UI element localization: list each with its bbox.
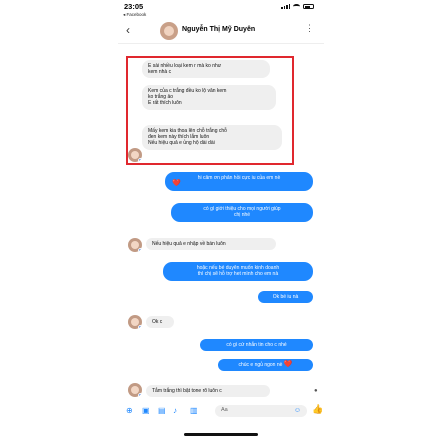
heart-emoji: ❤️ (283, 361, 293, 368)
emoji-icon[interactable]: ☺ (294, 407, 301, 414)
back-to-app-link[interactable]: ◂ Facebook (123, 12, 146, 18)
status-icons (281, 4, 314, 9)
sender-avatar (128, 238, 142, 252)
camera-icon[interactable]: ▣ (142, 406, 150, 415)
heart-emoji: ❤️ (172, 180, 181, 188)
message-composer: ⊕ ▣ ▤ ♪ ▥ Aa ☺ 👍 (118, 402, 324, 422)
outgoing-message-bubble[interactable]: chúc e ngủ ngon nè ❤️ (218, 359, 313, 372)
incoming-message-bubble[interactable]: Nếu hiệu quả e nhập về bán luôn (146, 238, 276, 251)
message-input-placeholder: Aa (221, 407, 228, 413)
home-indicator (184, 433, 258, 436)
more-options-icon[interactable]: ⋮ (305, 23, 314, 34)
messenger-screen: 23:05 ◂ Facebook ‹ Nguyễn Thị Mỹ Duyên ⋮… (118, 0, 324, 442)
outgoing-message-bubble[interactable]: hi cảm ơn phản hồi cực iu của em nè ❤️ (165, 172, 313, 191)
like-icon[interactable]: 👍 (312, 404, 323, 415)
status-bar: 23:05 ◂ Facebook (118, 2, 324, 18)
more-actions-icon[interactable]: ⊕ (126, 406, 133, 415)
battery-icon (303, 4, 314, 9)
incoming-message-bubble[interactable]: Ok c (146, 316, 174, 329)
signal-icon (281, 4, 290, 9)
gif-icon[interactable]: ▥ (190, 406, 198, 415)
message-text: chúc e ngủ ngon nè (238, 362, 283, 368)
outgoing-message-bubble[interactable]: hoặc nếu bé duyên muốn kinh doanh thì ch… (163, 262, 313, 281)
incoming-message-bubble[interactable]: Mấy kem kia thoa lên chỗ trắng chỗ đen k… (142, 125, 282, 150)
sender-avatar (128, 148, 142, 162)
incoming-message-bubble[interactable]: Kem của c trắng đều ko lộ vân kem ko trắ… (142, 85, 276, 110)
outgoing-message-bubble[interactable]: có gì giới thiệu cho mọi người giúp chị … (171, 203, 313, 222)
outgoing-message-bubble[interactable]: có gì cứ nhắn tin cho c nhé (200, 339, 313, 352)
message-text: hi cảm ơn phản hồi cực iu của em nè (197, 175, 281, 181)
incoming-message-bubble[interactable]: Tắm trắng thì bật tone rõ luôn c (146, 385, 270, 398)
incoming-message-bubble[interactable]: E sài nhiều loại kem r mà ko như kem nhà… (142, 60, 270, 79)
back-chevron-icon[interactable]: ‹ (126, 23, 130, 37)
contact-avatar[interactable] (160, 22, 178, 40)
gallery-icon[interactable]: ▤ (158, 406, 166, 415)
wifi-icon (293, 4, 300, 9)
status-time: 23:05 (124, 2, 144, 11)
seen-indicator-icon: ● (314, 388, 318, 394)
message-input[interactable]: Aa ☺ (215, 405, 307, 417)
outgoing-message-bubble[interactable]: Ok bé iu nà (258, 291, 313, 304)
sender-avatar (128, 315, 142, 329)
contact-name[interactable]: Nguyễn Thị Mỹ Duyên (182, 26, 255, 33)
voice-icon[interactable]: ♪ (173, 406, 177, 415)
sender-avatar (128, 383, 142, 397)
chat-header: ‹ Nguyễn Thị Mỹ Duyên ⋮ (118, 20, 324, 44)
